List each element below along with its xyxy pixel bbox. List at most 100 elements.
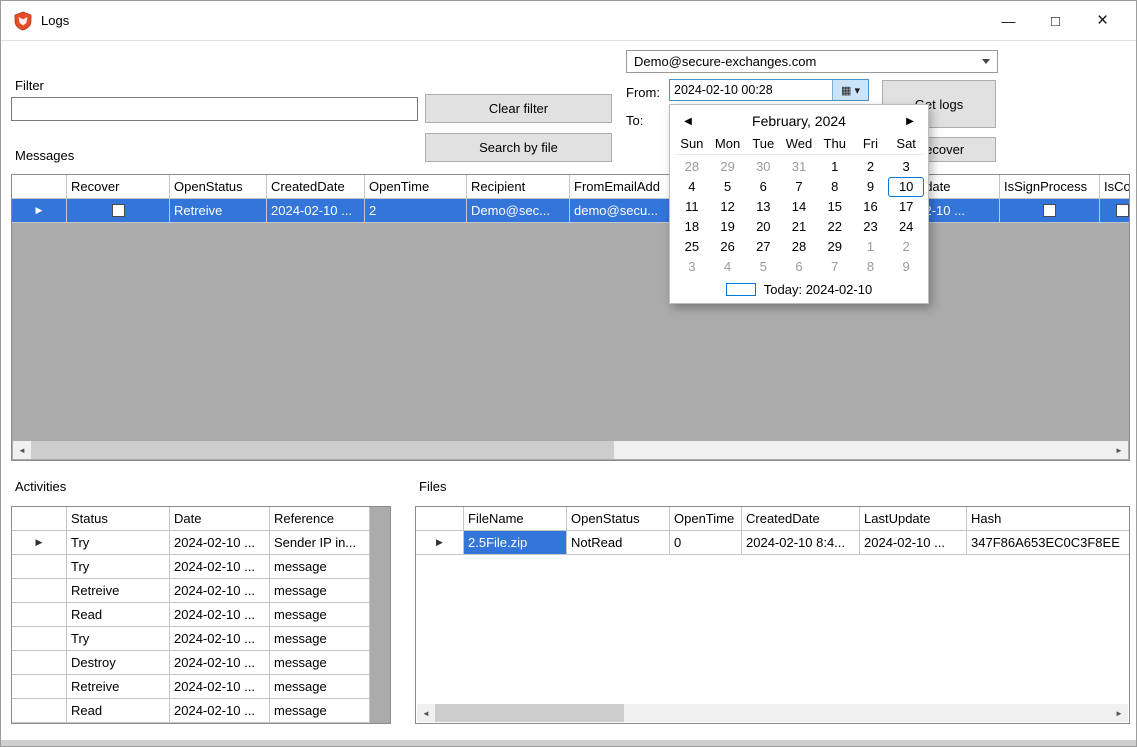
- cell[interactable]: 2024-02-10 ...: [170, 555, 270, 579]
- column-header[interactable]: CreatedDate: [267, 175, 365, 199]
- cell[interactable]: 2024-02-10 8:4...: [742, 531, 860, 555]
- scroll-right-icon[interactable]: ►: [1110, 704, 1128, 722]
- calendar-day[interactable]: 8: [817, 177, 853, 197]
- scrollbar-thumb[interactable]: [31, 441, 614, 459]
- scrollbar-track[interactable]: [31, 441, 1110, 459]
- cell[interactable]: Read: [67, 603, 170, 627]
- calendar-day[interactable]: 28: [781, 237, 817, 257]
- scroll-right-icon[interactable]: ►: [1110, 441, 1128, 459]
- cell[interactable]: message: [270, 699, 370, 723]
- calendar-day[interactable]: 28: [674, 157, 710, 177]
- calendar-day[interactable]: 6: [781, 257, 817, 277]
- scroll-left-icon[interactable]: ◄: [417, 704, 435, 722]
- filter-input[interactable]: [11, 97, 418, 121]
- column-header[interactable]: OpenStatus: [567, 507, 670, 531]
- calendar-day[interactable]: 20: [745, 217, 781, 237]
- calendar-day[interactable]: 11: [674, 197, 710, 217]
- calendar-day[interactable]: 4: [674, 177, 710, 197]
- calendar-day[interactable]: 5: [745, 257, 781, 277]
- close-button[interactable]: ×: [1079, 1, 1126, 41]
- files-horizontal-scrollbar[interactable]: ◄ ►: [417, 704, 1128, 722]
- cell[interactable]: 2024-02-10 ...: [170, 675, 270, 699]
- calendar-day[interactable]: 10: [888, 177, 924, 197]
- table-row[interactable]: Read2024-02-10 ...message: [12, 603, 370, 627]
- cell[interactable]: Destroy: [67, 651, 170, 675]
- cell[interactable]: Demo@sec...: [467, 199, 570, 223]
- calendar-day[interactable]: 12: [710, 197, 746, 217]
- calendar-day[interactable]: 8: [853, 257, 889, 277]
- calendar-day[interactable]: 22: [817, 217, 853, 237]
- column-header[interactable]: CreatedDate: [742, 507, 860, 531]
- column-header[interactable]: FromEmailAdd: [570, 175, 670, 199]
- calendar-day[interactable]: 3: [888, 157, 924, 177]
- search-by-file-button[interactable]: Search by file: [425, 133, 612, 162]
- calendar-day[interactable]: 17: [888, 197, 924, 217]
- cell[interactable]: message: [270, 627, 370, 651]
- column-header[interactable]: Date: [170, 507, 270, 531]
- checkbox[interactable]: [112, 204, 125, 217]
- calendar-day[interactable]: 13: [745, 197, 781, 217]
- column-header[interactable]: OpenStatus: [170, 175, 267, 199]
- table-row[interactable]: Destroy2024-02-10 ...message: [12, 651, 370, 675]
- column-header[interactable]: Hash: [967, 507, 1130, 531]
- calendar-day[interactable]: 21: [781, 217, 817, 237]
- checkbox[interactable]: [1043, 204, 1056, 217]
- calendar-next-icon[interactable]: ▶: [904, 116, 916, 127]
- clear-filter-button[interactable]: Clear filter: [425, 94, 612, 123]
- cell[interactable]: 2024-02-10 ...: [860, 531, 967, 555]
- cell[interactable]: Retreive: [170, 199, 267, 223]
- scrollbar-thumb[interactable]: [435, 704, 624, 722]
- cell[interactable]: message: [270, 555, 370, 579]
- cell[interactable]: Retreive: [67, 675, 170, 699]
- calendar-day[interactable]: 2: [888, 237, 924, 257]
- messages-horizontal-scrollbar[interactable]: ◄ ►: [13, 441, 1128, 459]
- calendar-day[interactable]: 24: [888, 217, 924, 237]
- calendar-prev-icon[interactable]: ◀: [682, 116, 694, 127]
- calendar-day[interactable]: 7: [781, 177, 817, 197]
- calendar-day[interactable]: 29: [817, 237, 853, 257]
- column-header[interactable]: OpenTime: [365, 175, 467, 199]
- cell[interactable]: Sender IP in...: [270, 531, 370, 555]
- cell[interactable]: [1000, 199, 1100, 223]
- cell[interactable]: Try: [67, 555, 170, 579]
- calendar-dropdown-button[interactable]: ▦ ▾: [832, 80, 868, 100]
- calendar-day[interactable]: 1: [853, 237, 889, 257]
- calendar-day[interactable]: 25: [674, 237, 710, 257]
- column-header[interactable]: Recover: [67, 175, 170, 199]
- from-date-picker[interactable]: 2024-02-10 00:28 ▦ ▾: [669, 79, 869, 101]
- table-row[interactable]: Read2024-02-10 ...message: [12, 699, 370, 723]
- column-header[interactable]: Status: [67, 507, 170, 531]
- cell[interactable]: Retreive: [67, 579, 170, 603]
- calendar-day[interactable]: 31: [781, 157, 817, 177]
- minimize-button[interactable]: —: [985, 1, 1032, 41]
- cell[interactable]: demo@secu...: [570, 199, 670, 223]
- calendar-day[interactable]: 9: [853, 177, 889, 197]
- cell[interactable]: 2024-02-10 ...: [267, 199, 365, 223]
- column-header[interactable]: OpenTime: [670, 507, 742, 531]
- column-header[interactable]: Recipient: [467, 175, 570, 199]
- maximize-button[interactable]: □: [1032, 1, 1079, 41]
- cell[interactable]: [67, 199, 170, 223]
- cell[interactable]: 347F86A653EC0C3F8EE: [967, 531, 1130, 555]
- table-row[interactable]: ▶ Retreive2024-02-10 ...2Demo@sec...demo@…: [12, 199, 1130, 223]
- row-selector[interactable]: ▶: [416, 531, 464, 555]
- calendar-day[interactable]: 15: [817, 197, 853, 217]
- calendar-day[interactable]: 19: [710, 217, 746, 237]
- calendar-day[interactable]: 16: [853, 197, 889, 217]
- cell[interactable]: 2024-02-10 ...: [170, 699, 270, 723]
- calendar-day[interactable]: 5: [710, 177, 746, 197]
- row-selector[interactable]: [12, 675, 67, 699]
- table-row[interactable]: ▶Try2024-02-10 ...Sender IP in...: [12, 531, 370, 555]
- calendar-day[interactable]: 18: [674, 217, 710, 237]
- account-dropdown[interactable]: Demo@secure-exchanges.com: [626, 50, 998, 73]
- column-header[interactable]: LastUpdate: [860, 507, 967, 531]
- table-row[interactable]: Retreive2024-02-10 ...message: [12, 675, 370, 699]
- calendar-day[interactable]: 6: [745, 177, 781, 197]
- calendar-day[interactable]: 4: [710, 257, 746, 277]
- scroll-left-icon[interactable]: ◄: [13, 441, 31, 459]
- table-row[interactable]: ▶2.5File.zipNotRead02024-02-10 8:4...202…: [416, 531, 1130, 555]
- row-selector[interactable]: ▶: [12, 199, 67, 223]
- cell[interactable]: 2: [365, 199, 467, 223]
- calendar-day[interactable]: 1: [817, 157, 853, 177]
- cell[interactable]: 0: [670, 531, 742, 555]
